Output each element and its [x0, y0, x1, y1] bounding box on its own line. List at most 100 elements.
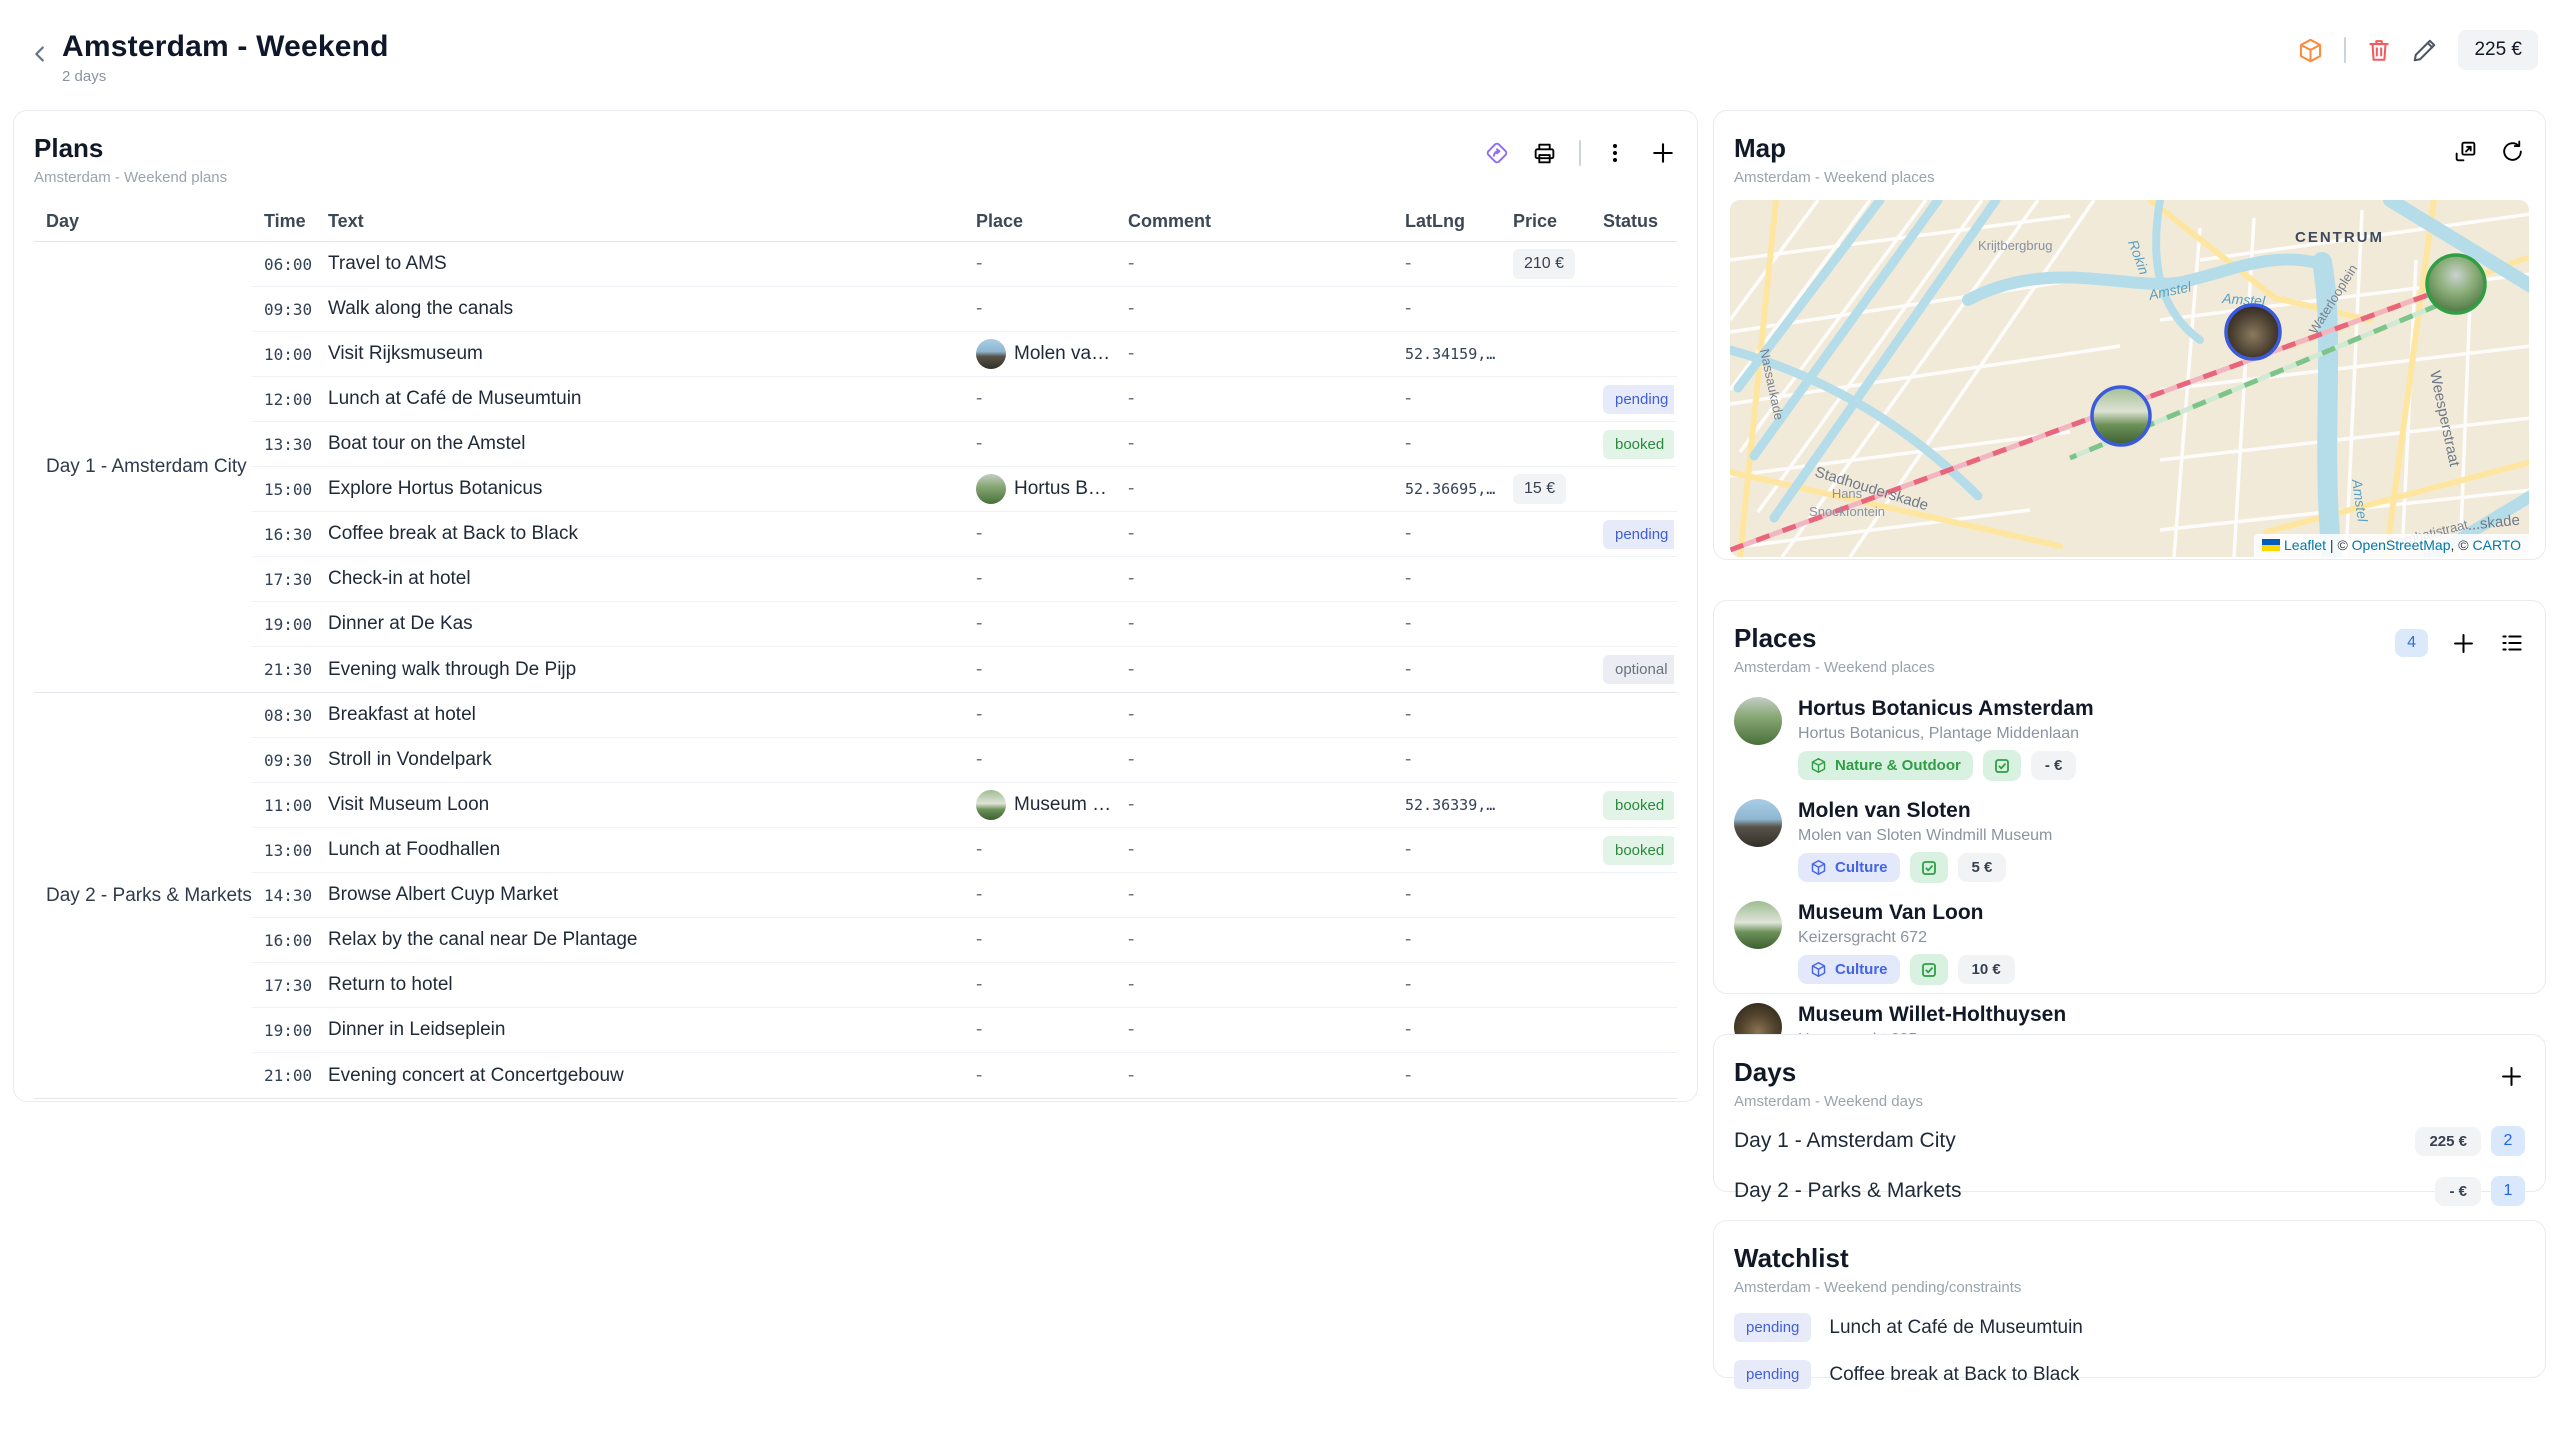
plan-status: optional: [1591, 655, 1674, 684]
carto-link[interactable]: CARTO: [2473, 537, 2522, 553]
place-name: Molen van Sloten: [1798, 799, 2052, 823]
edit-trip-button[interactable]: [2412, 37, 2438, 63]
map-fullscreen-button[interactable]: [2453, 139, 2478, 164]
plan-row[interactable]: 21:30 Evening walk through De Pijp - - -…: [252, 647, 1677, 692]
plan-latlng: -: [1393, 1065, 1501, 1087]
add-place-button[interactable]: [2450, 630, 2477, 657]
places-list-view-button[interactable]: [2499, 630, 2525, 656]
plan-comment: -: [1116, 884, 1393, 906]
plan-row[interactable]: 16:00 Relax by the canal near De Plantag…: [252, 918, 1677, 963]
watchlist-item[interactable]: pending Coffee break at Back to Black: [1714, 1351, 2545, 1398]
plans-menu-button[interactable]: [1603, 141, 1627, 165]
visited-badge: [1983, 750, 2021, 781]
plan-time: 21:00: [252, 1066, 316, 1085]
map-marker-hortus[interactable]: [2427, 255, 2485, 313]
plan-latlng: 52.36339,…: [1393, 796, 1501, 814]
plans-panel: Plans Amsterdam - Weekend plans: [13, 110, 1698, 1102]
watchlist-item[interactable]: pending Lunch at Café de Museumtuin: [1714, 1304, 2545, 1351]
plan-status: pending: [1591, 385, 1674, 414]
plan-latlng: -: [1393, 253, 1501, 275]
plan-place: -: [964, 704, 1116, 726]
plan-row[interactable]: 10:00 Visit Rijksmuseum Molen van … - 52…: [252, 332, 1677, 377]
col-text: Text: [316, 211, 964, 232]
day-label: Day 2 - Parks & Markets: [1734, 1179, 2435, 1203]
plan-comment: -: [1116, 974, 1393, 996]
plans-toolbar: [1484, 139, 1677, 167]
place-photo: [1734, 799, 1782, 847]
plan-latlng: -: [1393, 568, 1501, 590]
plan-row[interactable]: 19:00 Dinner in Leidseplein - - -: [252, 1008, 1677, 1053]
plus-icon: [1649, 139, 1677, 167]
plan-row[interactable]: 15:00 Explore Hortus Botanicus Hortus Bo…: [252, 467, 1677, 512]
places-subtitle: Amsterdam - Weekend places: [1734, 659, 1935, 676]
plus-icon: [2450, 630, 2477, 657]
plan-row[interactable]: 17:30 Return to hotel - - -: [252, 963, 1677, 1008]
plan-row[interactable]: 17:30 Check-in at hotel - - -: [252, 557, 1677, 602]
delete-trip-button[interactable]: [2366, 37, 2392, 63]
plan-row[interactable]: 13:30 Boat tour on the Amstel - - - book…: [252, 422, 1677, 467]
ukraine-flag-icon: [2262, 539, 2280, 551]
plan-price: 15 €: [1501, 474, 1591, 504]
place-price-badge: 5 €: [1958, 853, 2007, 882]
package-button[interactable]: [2297, 37, 2324, 64]
plan-place: -: [964, 298, 1116, 320]
map-canvas[interactable]: Krijtbergbrug Rokin Amstel Amstel CENTRU…: [1730, 200, 2529, 557]
plan-row[interactable]: 08:30 Breakfast at hotel - - -: [252, 693, 1677, 738]
plan-row[interactable]: 09:30 Stroll in Vondelpark - - -: [252, 738, 1677, 783]
plan-time: 10:00: [252, 345, 316, 364]
plan-comment: -: [1116, 433, 1393, 455]
map-marker-willet-holthuysen[interactable]: [2226, 305, 2280, 359]
days-header: Days Amsterdam - Weekend days: [1714, 1035, 2545, 1116]
plan-latlng: -: [1393, 839, 1501, 861]
plan-row[interactable]: 06:00 Travel to AMS - - - 210 €: [252, 242, 1677, 287]
place-address: Keizersgracht 672: [1798, 929, 2015, 947]
print-button[interactable]: [1532, 141, 1557, 166]
place-avatar: [976, 474, 1006, 504]
day-group-1: Day 1 - Amsterdam City 06:00 Travel to A…: [34, 242, 1677, 693]
plan-row[interactable]: 09:30 Walk along the canals - - -: [252, 287, 1677, 332]
svg-text:CENTRUM: CENTRUM: [2295, 229, 2384, 246]
osm-link[interactable]: OpenStreetMap: [2352, 537, 2451, 553]
place-item[interactable]: Hortus Botanicus Amsterdam Hortus Botani…: [1714, 688, 2545, 790]
leaflet-link[interactable]: Leaflet: [2284, 537, 2326, 553]
page-header: Amsterdam - Weekend 2 days 225 €: [0, 0, 2560, 96]
plan-latlng: -: [1393, 749, 1501, 771]
place-item[interactable]: Molen van Sloten Molen van Sloten Windmi…: [1714, 790, 2545, 892]
place-avatar: [976, 339, 1006, 369]
plan-price: 210 €: [1501, 249, 1591, 279]
printer-icon: [1532, 141, 1557, 166]
plan-latlng: -: [1393, 523, 1501, 545]
plan-time: 12:00: [252, 390, 316, 409]
plan-row[interactable]: 21:00 Evening concert at Concertgebouw -…: [252, 1053, 1677, 1098]
day-list-item[interactable]: Day 1 - Amsterdam City 225 € 2: [1714, 1116, 2545, 1166]
trash-icon: [2366, 37, 2392, 63]
plan-row[interactable]: 16:30 Coffee break at Back to Black - - …: [252, 512, 1677, 557]
plan-row[interactable]: 11:00 Visit Museum Loon Museum Va… - 52.…: [252, 783, 1677, 828]
map-refresh-button[interactable]: [2500, 139, 2525, 164]
optimize-route-button[interactable]: [1484, 140, 1510, 166]
map-tiles: Krijtbergbrug Rokin Amstel Amstel CENTRU…: [1730, 200, 2529, 557]
places-panel: Places Amsterdam - Weekend places 4 Hort: [1713, 600, 2546, 994]
plan-time: 21:30: [252, 660, 316, 679]
price-badge: 210 €: [1513, 249, 1575, 279]
map-marker-van-loon[interactable]: [2092, 387, 2150, 445]
plan-latlng: -: [1393, 929, 1501, 951]
add-day-button[interactable]: [2498, 1063, 2525, 1090]
add-plan-button[interactable]: [1649, 139, 1677, 167]
plan-latlng: -: [1393, 433, 1501, 455]
back-button[interactable]: [24, 38, 56, 70]
day-list-item[interactable]: Day 2 - Parks & Markets - € 1: [1714, 1166, 2545, 1216]
plan-row[interactable]: 13:00 Lunch at Foodhallen - - - booked: [252, 828, 1677, 873]
day-price-badge: 225 €: [2415, 1127, 2481, 1156]
day-count-badge: 1: [2491, 1176, 2525, 1206]
plan-row[interactable]: 12:00 Lunch at Café de Museumtuin - - - …: [252, 377, 1677, 422]
plan-row[interactable]: 19:00 Dinner at De Kas - - -: [252, 602, 1677, 647]
plan-row[interactable]: 14:30 Browse Albert Cuyp Market - - -: [252, 873, 1677, 918]
plan-text: Return to hotel: [316, 974, 964, 996]
col-time: Time: [252, 211, 316, 232]
place-item[interactable]: Museum Van Loon Keizersgracht 672 Cultur…: [1714, 892, 2545, 994]
col-price: Price: [1501, 211, 1591, 232]
plan-comment: -: [1116, 839, 1393, 861]
plan-place: -: [964, 433, 1116, 455]
plan-time: 19:00: [252, 615, 316, 634]
